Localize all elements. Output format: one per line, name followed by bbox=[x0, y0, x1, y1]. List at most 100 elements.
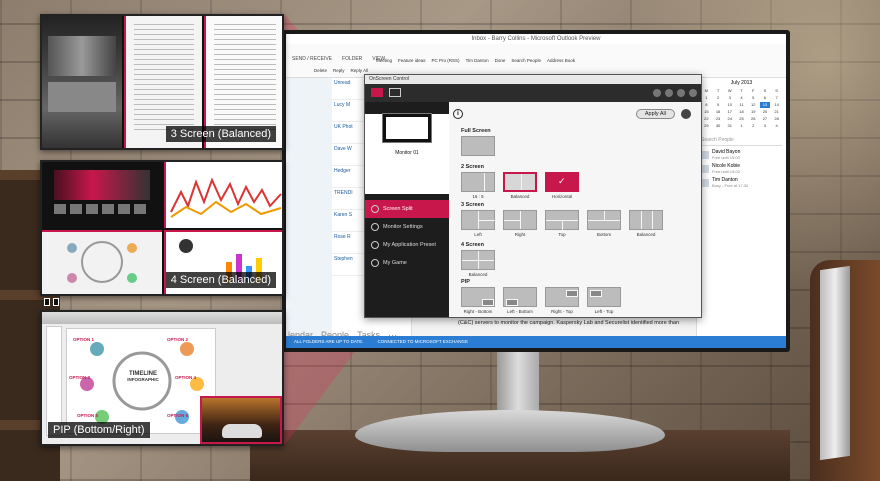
calendar-day[interactable]: 4 bbox=[771, 123, 782, 129]
option-label: OPTION 5 bbox=[77, 413, 99, 418]
calendar-day[interactable]: 8 bbox=[701, 102, 712, 108]
calendar-day[interactable]: 24 bbox=[724, 116, 735, 122]
calendar-day[interactable]: 4 bbox=[736, 95, 747, 101]
tile-caption: 16 : 5 bbox=[472, 194, 484, 199]
help-icon[interactable] bbox=[653, 89, 661, 97]
osc-sidebar: Monitor 01 Screen Split Monitor Settings M… bbox=[365, 102, 449, 317]
ribbon-item[interactable]: Feature ideas bbox=[398, 58, 426, 63]
calendar-day[interactable]: 23 bbox=[713, 116, 724, 122]
osc-menu-item[interactable]: Screen Split bbox=[365, 200, 449, 218]
layout-2-balanced[interactable] bbox=[503, 172, 537, 192]
ribbon-action[interactable]: Reply bbox=[333, 68, 345, 73]
layout-3-balanced[interactable] bbox=[629, 210, 663, 230]
ribbon-item[interactable]: Tim Danton bbox=[466, 58, 489, 63]
osc-menu-item[interactable]: My Application Preset bbox=[365, 236, 449, 254]
layout-pip[interactable] bbox=[461, 287, 495, 307]
calendar-day[interactable]: 14 bbox=[771, 102, 782, 108]
tile-caption: Right - Bottom bbox=[463, 309, 493, 314]
layout-2-16-5[interactable] bbox=[461, 172, 495, 192]
ribbon-item[interactable]: Meeting bbox=[376, 58, 392, 63]
calendar-day[interactable]: 11 bbox=[736, 102, 747, 108]
layout-3-top[interactable] bbox=[545, 210, 579, 231]
osc-menu-item[interactable]: Monitor Settings bbox=[365, 218, 449, 236]
person-entry[interactable]: Nicole Kobie Free until 15:00 bbox=[701, 163, 782, 174]
calendar-day[interactable]: S bbox=[760, 88, 771, 94]
calendar-day[interactable]: 6 bbox=[760, 95, 771, 101]
layout-4-balanced[interactable] bbox=[461, 250, 495, 270]
osc-menu: Screen Split Monitor Settings My Applicati… bbox=[365, 200, 449, 272]
layout-3-left[interactable] bbox=[461, 210, 496, 230]
layout-3-bottom[interactable] bbox=[587, 210, 621, 230]
people-search[interactable]: Search People bbox=[701, 137, 782, 146]
calendar-day[interactable]: 19 bbox=[748, 109, 759, 115]
tile-caption: Horizontal bbox=[551, 194, 573, 199]
ribbon-item[interactable]: PC Pro (RSS) bbox=[432, 58, 460, 63]
layout-pip[interactable] bbox=[503, 287, 537, 307]
layout-3-right[interactable] bbox=[503, 210, 537, 230]
calendar-day[interactable]: 26 bbox=[748, 116, 759, 122]
monitor-1-icon[interactable] bbox=[371, 88, 383, 97]
outlook-tab[interactable]: FOLDER bbox=[342, 56, 362, 62]
calendar-day[interactable]: 21 bbox=[771, 109, 782, 115]
calendar-day[interactable]: 3 bbox=[724, 95, 735, 101]
outlook-tab[interactable]: SEND / RECEIVE bbox=[292, 56, 332, 62]
calendar-day[interactable]: 1 bbox=[701, 95, 712, 101]
calendar-day[interactable]: 22 bbox=[701, 116, 712, 122]
calendar-day[interactable]: 13 bbox=[759, 102, 771, 108]
calendar-day[interactable]: 10 bbox=[724, 102, 735, 108]
person-info: Tim Danton Busy - Free at 17:30 bbox=[712, 177, 748, 188]
layout-pip[interactable] bbox=[587, 287, 621, 307]
info-icon[interactable]: i bbox=[453, 109, 463, 119]
avatar bbox=[701, 150, 709, 159]
calendar-day[interactable]: 16 bbox=[713, 109, 724, 115]
person-entry[interactable]: Tim Danton Busy - Free at 17:30 bbox=[701, 177, 782, 188]
calendar-day[interactable]: 28 bbox=[771, 116, 782, 122]
ribbon-action[interactable]: Delete bbox=[314, 68, 327, 73]
layout-pip[interactable] bbox=[545, 287, 579, 307]
calendar-day[interactable]: 2 bbox=[748, 123, 759, 129]
pane-web-store bbox=[42, 162, 162, 228]
apply-all-button[interactable]: Apply All bbox=[635, 109, 675, 119]
calendar-day[interactable]: 31 bbox=[724, 123, 735, 129]
menu-icon bbox=[371, 259, 379, 267]
calendar-day[interactable]: 30 bbox=[713, 123, 724, 129]
calendar-day[interactable]: 29 bbox=[701, 123, 712, 129]
outlook-folder-pane bbox=[286, 78, 332, 336]
ribbon-item[interactable]: Done bbox=[495, 58, 506, 63]
monitor-2-icon[interactable] bbox=[389, 88, 401, 97]
calendar-day[interactable]: 25 bbox=[736, 116, 747, 122]
calendar-day[interactable]: 18 bbox=[736, 109, 747, 115]
osc-main: i Apply All Full Screen 2 Screen 3 Scree… bbox=[449, 102, 701, 317]
calendar-day[interactable]: 2 bbox=[713, 95, 724, 101]
play-icon[interactable] bbox=[677, 89, 685, 97]
calendar-day[interactable]: 5 bbox=[748, 95, 759, 101]
more-icon[interactable] bbox=[681, 109, 691, 119]
ribbon-action[interactable]: Reply All bbox=[351, 68, 369, 73]
calendar-day[interactable]: 3 bbox=[760, 123, 771, 129]
calendar-day[interactable]: T bbox=[713, 88, 724, 94]
calendar-day[interactable]: 15 bbox=[701, 109, 712, 115]
calendar-day[interactable]: 1 bbox=[736, 123, 747, 129]
calendar-day[interactable]: T bbox=[736, 88, 747, 94]
calendar-day[interactable]: F bbox=[748, 88, 759, 94]
calendar-day[interactable]: W bbox=[724, 88, 735, 94]
outlook-ribbon: SEND / RECEIVE FOLDER VIEW Meeting Feature … bbox=[286, 44, 786, 78]
layout-2-horizontal[interactable] bbox=[545, 172, 579, 192]
person-entry[interactable]: David Bayon Free until 15:00 bbox=[701, 149, 782, 160]
osc-menu-item[interactable]: My Game bbox=[365, 254, 449, 272]
calendar-day[interactable]: M bbox=[701, 88, 712, 94]
calendar-day[interactable]: 27 bbox=[760, 116, 771, 122]
calendar-day[interactable]: 9 bbox=[713, 102, 724, 108]
layout-full-screen[interactable] bbox=[461, 136, 495, 156]
gear-icon[interactable] bbox=[689, 89, 697, 97]
panel-label: PIP (Bottom/Right) bbox=[48, 422, 150, 438]
pagination-dots bbox=[44, 298, 59, 306]
ribbon-item[interactable]: Search People bbox=[511, 58, 541, 63]
calendar-day[interactable]: S bbox=[771, 88, 782, 94]
calendar-day[interactable]: 12 bbox=[748, 102, 759, 108]
calendar-day[interactable]: 20 bbox=[760, 109, 771, 115]
settings-icon[interactable] bbox=[665, 89, 673, 97]
ribbon-item[interactable]: Address Book bbox=[547, 58, 575, 63]
calendar-day[interactable]: 7 bbox=[771, 95, 782, 101]
calendar-day[interactable]: 17 bbox=[724, 109, 735, 115]
